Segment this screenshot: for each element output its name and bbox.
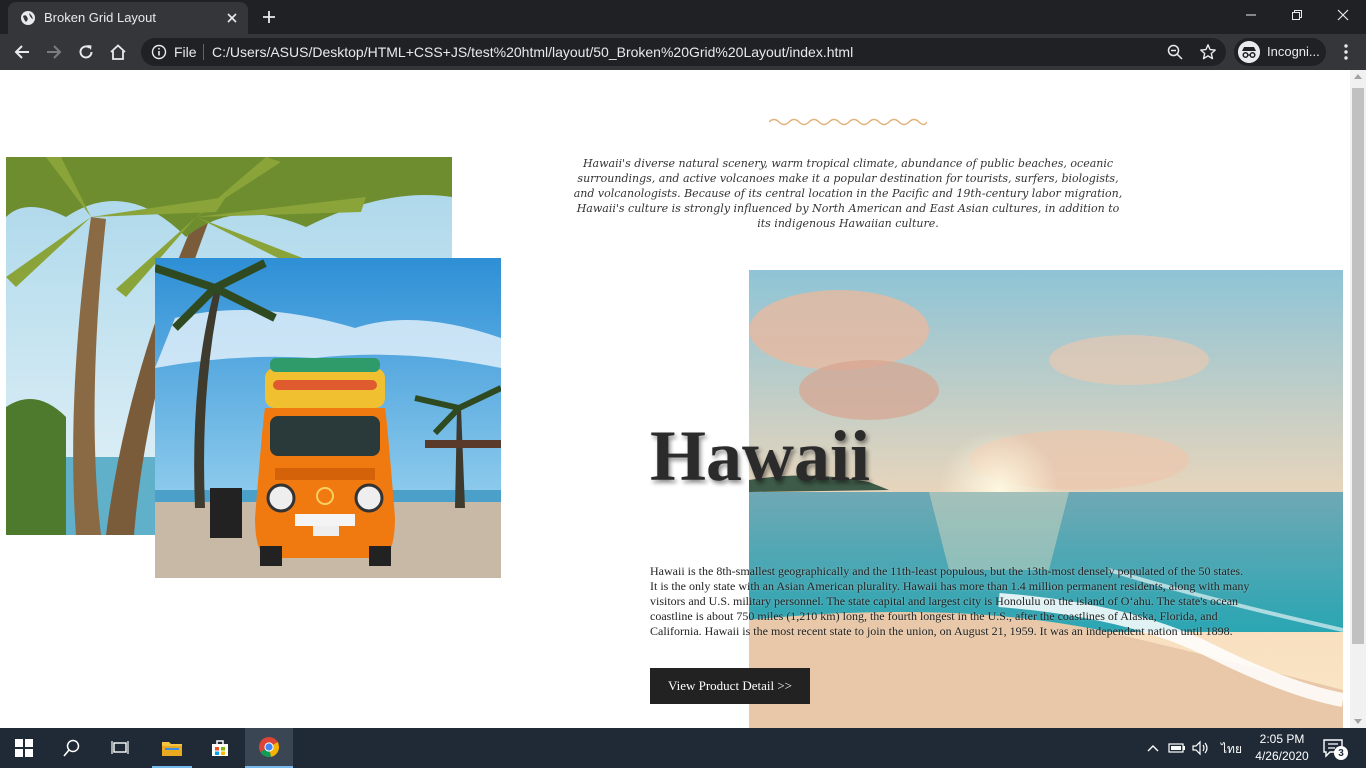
file-explorer-button[interactable]: [148, 728, 196, 768]
browser-tab[interactable]: Broken Grid Layout: [8, 2, 248, 34]
chevron-up-icon: [1147, 745, 1159, 752]
home-button[interactable]: [106, 40, 130, 64]
clock-time: 2:05 PM: [1259, 732, 1305, 746]
volume-control[interactable]: [1192, 739, 1210, 757]
back-button[interactable]: [10, 40, 34, 64]
view-product-detail-button[interactable]: View Product Detail >>: [650, 668, 810, 704]
star-icon[interactable]: [1199, 43, 1217, 61]
windows-taskbar: ไทย 2:05 PM 4/26/2020 3: [0, 728, 1366, 768]
forward-icon: [47, 45, 62, 59]
input-language[interactable]: ไทย: [1221, 740, 1242, 759]
task-view-button[interactable]: [96, 728, 144, 768]
page-title: Hawaii: [650, 416, 871, 496]
zoom-icon[interactable]: [1167, 44, 1183, 60]
browser-toolbar: File C:/Users/ASUS/Desktop/HTML+CSS+JS/t…: [0, 34, 1366, 70]
minimize-button[interactable]: [1228, 0, 1274, 30]
beach-sunset-photo: [749, 270, 1343, 728]
taskbar-clock[interactable]: 2:05 PM 4/26/2020: [1248, 731, 1316, 765]
scroll-up-arrow-icon[interactable]: [1354, 74, 1362, 79]
intro-paragraph: Hawaii's diverse natural scenery, warm t…: [573, 157, 1123, 230]
incognito-profile-button[interactable]: Incogni...: [1234, 38, 1326, 66]
task-view-icon: [111, 741, 129, 754]
close-window-button[interactable]: [1320, 0, 1366, 30]
body-paragraph: Hawaii is the 8th-smallest geographicall…: [650, 564, 1250, 638]
taskbar-search-button[interactable]: [48, 728, 96, 768]
windows-start-icon: [15, 739, 33, 757]
restore-button[interactable]: [1274, 0, 1320, 30]
info-icon[interactable]: [151, 44, 167, 60]
page-scrollbar[interactable]: [1350, 70, 1366, 728]
close-icon[interactable]: [224, 10, 240, 26]
omnibox-divider: [203, 44, 204, 60]
scroll-thumb[interactable]: [1352, 88, 1364, 644]
scroll-down-arrow-icon[interactable]: [1354, 719, 1362, 724]
volume-icon: [1192, 740, 1208, 756]
clock-date: 4/26/2020: [1255, 749, 1309, 763]
minimize-icon: [1246, 14, 1256, 16]
chrome-button[interactable]: [245, 728, 293, 768]
battery-icon: [1168, 743, 1185, 753]
home-icon: [110, 44, 126, 60]
file-explorer-icon: [162, 742, 182, 756]
address-bar[interactable]: File C:/Users/ASUS/Desktop/HTML+CSS+JS/t…: [141, 38, 1226, 66]
url-scheme-label: File: [174, 44, 197, 60]
notification-count-badge: 3: [1334, 746, 1348, 760]
show-hidden-icons-button[interactable]: [1144, 739, 1162, 757]
back-icon: [14, 45, 29, 59]
chrome-icon: [259, 737, 279, 758]
more-vert-icon: [1344, 44, 1348, 60]
incognito-icon: [1238, 41, 1260, 63]
restore-icon: [1292, 10, 1302, 20]
orange-van-photo: [155, 258, 501, 578]
store-button[interactable]: [196, 728, 244, 768]
globe-icon: [21, 11, 35, 25]
tab-title: Broken Grid Layout: [44, 10, 157, 25]
page-viewport: Hawaii's diverse natural scenery, warm t…: [0, 70, 1350, 728]
store-icon: [212, 740, 228, 756]
reload-button[interactable]: [74, 40, 98, 64]
plus-icon[interactable]: [260, 8, 278, 26]
close-icon: [1337, 9, 1349, 21]
reload-icon: [79, 45, 93, 59]
browser-titlebar: Broken Grid Layout: [0, 0, 1366, 34]
battery-status[interactable]: [1168, 739, 1186, 757]
start-button[interactable]: [0, 728, 48, 768]
browser-menu-button[interactable]: [1334, 40, 1358, 64]
forward-button[interactable]: [42, 40, 66, 64]
decorative-wave: [769, 118, 927, 126]
profile-label: Incogni...: [1267, 44, 1320, 59]
search-icon: [63, 739, 80, 757]
url-text[interactable]: C:/Users/ASUS/Desktop/HTML+CSS+JS/test%2…: [212, 44, 853, 60]
